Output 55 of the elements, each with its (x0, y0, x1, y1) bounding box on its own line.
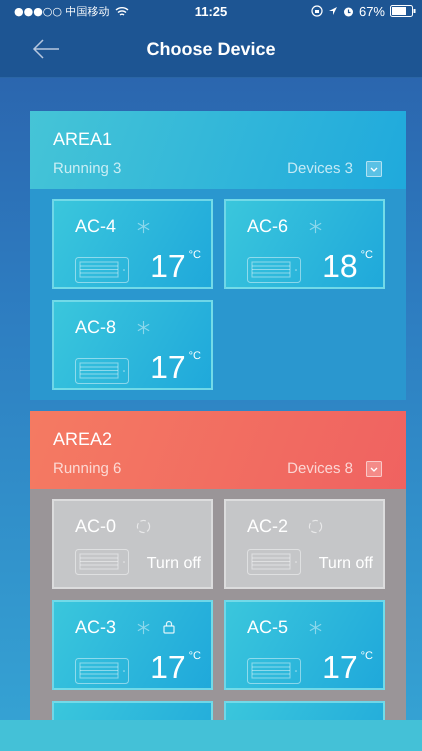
expand-toggle-icon[interactable] (366, 460, 382, 476)
temperature-unit: °C (188, 350, 201, 362)
device-count: Devices 8 (287, 460, 353, 477)
snowflake-icon (308, 620, 324, 634)
air-conditioner-icon (247, 257, 301, 283)
area-header[interactable]: AREA1 Running 3 Devices 3 (30, 111, 406, 189)
air-conditioner-icon (75, 549, 129, 575)
area-header[interactable]: AREA2 Running 6 Devices 8 (30, 411, 406, 489)
dashed-circle-icon (308, 518, 324, 534)
carrier-text: ●●●○○ 中国移动 (14, 4, 110, 18)
air-conditioner-icon (75, 257, 129, 283)
temperature-value: 17 (150, 249, 186, 283)
air-conditioner-icon (247, 549, 301, 575)
snowflake-icon (136, 620, 152, 634)
device-card[interactable]: AC-0 Turn off (52, 499, 213, 589)
back-arrow-icon[interactable] (32, 38, 60, 60)
snowflake-icon (136, 218, 152, 234)
power-status: Turn off (318, 555, 373, 573)
battery-percent: 67% (358, 4, 385, 18)
device-card[interactable]: AC-2 Turn off (224, 499, 385, 589)
running-count: Running 3 (53, 160, 122, 177)
rotation-lock-icon (310, 5, 323, 17)
battery-icon (390, 5, 416, 17)
device-name: AC-0 (75, 516, 116, 536)
device-name: AC-4 (75, 216, 116, 236)
power-status: Turn off (146, 555, 201, 573)
clock-text: 11:25 (194, 4, 228, 18)
temperature-unit: °C (188, 650, 201, 662)
area-name: AREA1 (53, 129, 114, 150)
air-conditioner-icon (75, 358, 129, 384)
temperature-value: 18 (322, 249, 358, 283)
device-name: AC-6 (247, 216, 288, 236)
alarm-icon (342, 6, 354, 16)
temperature-value: 17 (322, 650, 358, 684)
temperature-unit: °C (360, 650, 373, 662)
running-count: Running 6 (53, 460, 122, 477)
device-name: AC-3 (75, 616, 116, 638)
area-name: AREA2 (53, 429, 114, 450)
temperature-value: 17 (150, 650, 186, 684)
device-name: AC-8 (75, 316, 116, 338)
device-count: Devices 3 (287, 160, 353, 177)
page-title: Choose Device (146, 39, 276, 60)
snowflake-icon (136, 320, 152, 334)
air-conditioner-icon (247, 658, 301, 684)
device-name: AC-5 (247, 616, 288, 638)
air-conditioner-icon (75, 658, 129, 684)
temperature-unit: °C (188, 249, 201, 261)
snowflake-icon (308, 218, 324, 234)
temperature-value: 17 (150, 350, 186, 384)
expand-toggle-icon[interactable] (366, 160, 382, 176)
dashed-circle-icon (136, 518, 152, 534)
wifi-icon (114, 6, 128, 16)
device-name: AC-2 (247, 516, 288, 536)
temperature-unit: °C (360, 249, 373, 261)
location-arrow-icon (328, 6, 338, 16)
